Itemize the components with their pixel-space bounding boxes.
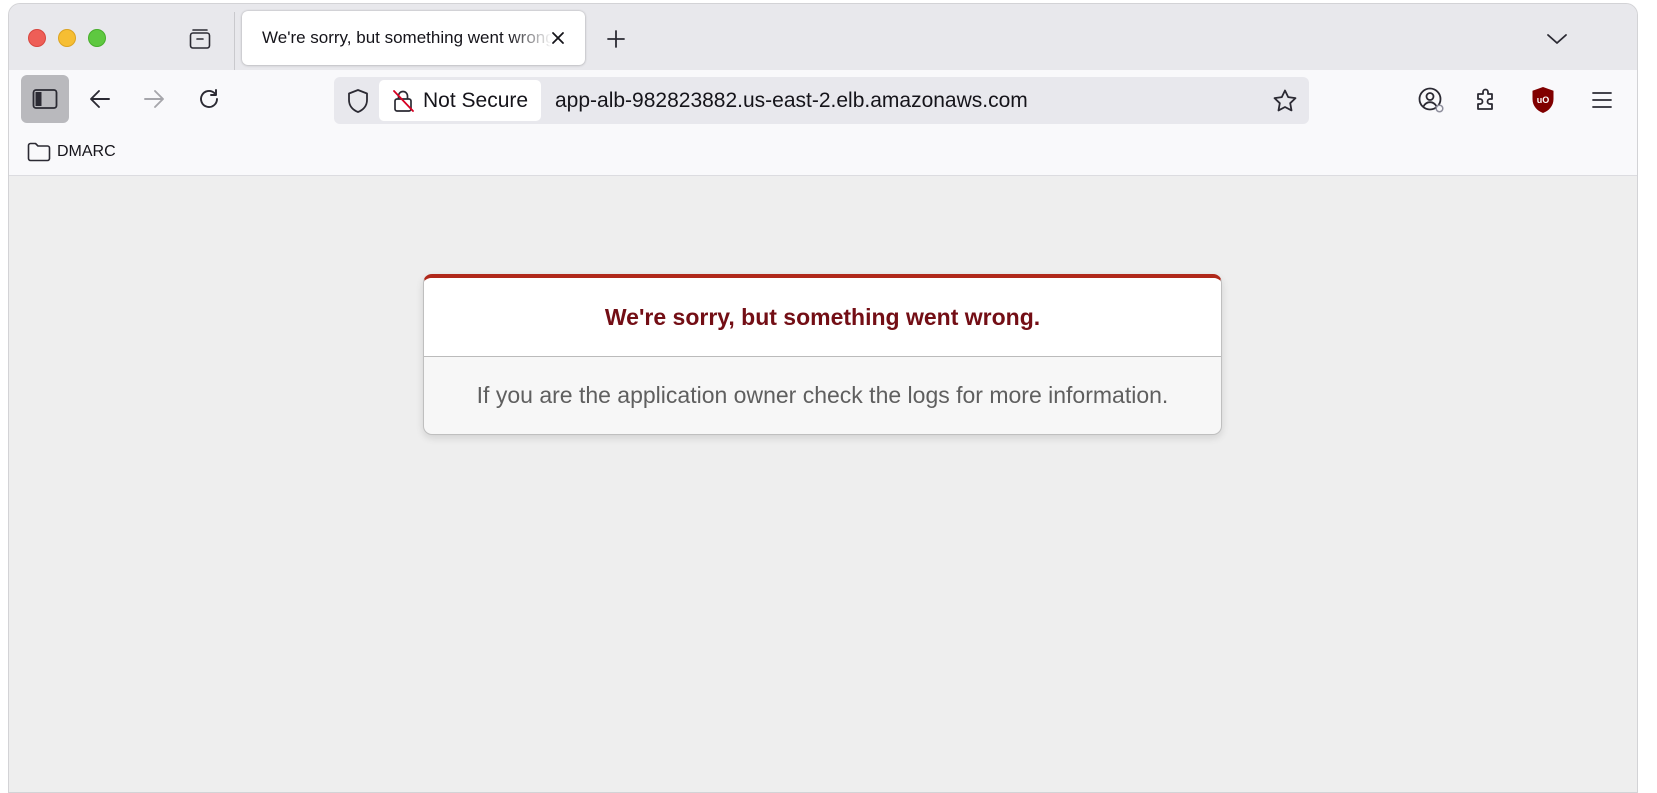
tab-strip: We're sorry, but something went wrong bbox=[9, 4, 1637, 72]
error-title: We're sorry, but something went wrong. bbox=[604, 303, 1041, 330]
sidebar-icon bbox=[32, 89, 58, 109]
site-security-indicator[interactable]: Not Secure bbox=[379, 80, 541, 121]
window-close-button[interactable] bbox=[28, 29, 46, 47]
browser-window: We're sorry, but something went wrong No… bbox=[8, 3, 1638, 793]
navigation-toolbar: Not Secure app-alb-982823882.us-east-2.e… bbox=[9, 70, 1637, 130]
bookmark-folder-dmarc[interactable]: DMARC bbox=[27, 138, 116, 166]
forward-button[interactable] bbox=[130, 75, 178, 123]
window-minimize-button[interactable] bbox=[58, 29, 76, 47]
error-message: If you are the application owner check t… bbox=[476, 382, 1169, 408]
not-secure-label: Not Secure bbox=[423, 88, 529, 112]
plus-icon bbox=[607, 30, 625, 48]
error-dialog: We're sorry, but something went wrong. I… bbox=[423, 274, 1222, 435]
puzzle-icon bbox=[1477, 88, 1493, 110]
account-button[interactable] bbox=[1411, 80, 1451, 120]
folder-icon bbox=[27, 142, 51, 162]
star-icon bbox=[1273, 89, 1296, 111]
reload-icon bbox=[200, 89, 218, 108]
tab-strip-divider bbox=[234, 12, 235, 72]
tab-close-button[interactable] bbox=[548, 28, 568, 48]
tab-overview-button[interactable] bbox=[187, 26, 213, 52]
close-icon bbox=[552, 32, 564, 44]
error-header: We're sorry, but something went wrong. bbox=[424, 278, 1221, 357]
error-body: If you are the application owner check t… bbox=[424, 357, 1221, 434]
account-icon bbox=[1418, 87, 1444, 113]
sidebar-toggle-button[interactable] bbox=[21, 75, 69, 123]
hamburger-icon bbox=[1592, 92, 1612, 108]
insecure-lock-icon bbox=[391, 89, 415, 113]
tab-active[interactable]: We're sorry, but something went wrong bbox=[242, 11, 585, 65]
extensions-button[interactable] bbox=[1466, 80, 1506, 120]
ublock-origin-button[interactable]: uO bbox=[1523, 80, 1563, 120]
bookmark-label: DMARC bbox=[57, 143, 116, 160]
tracking-shield-icon bbox=[347, 88, 368, 113]
bookmarks-toolbar: DMARC bbox=[9, 130, 1637, 176]
window-maximize-button[interactable] bbox=[88, 29, 106, 47]
page-content: We're sorry, but something went wrong. I… bbox=[9, 176, 1637, 792]
ublock-origin-icon: uO bbox=[1532, 87, 1554, 113]
tab-overview-icon bbox=[189, 29, 211, 49]
tab-title: We're sorry, but something went wrong bbox=[262, 28, 552, 47]
new-tab-button[interactable] bbox=[603, 26, 629, 52]
forward-arrow-icon bbox=[144, 90, 164, 108]
url-text[interactable]: app-alb-982823882.us-east-2.elb.amazonaw… bbox=[555, 77, 1028, 124]
list-all-tabs-button[interactable] bbox=[1544, 26, 1570, 52]
back-arrow-icon bbox=[90, 90, 110, 108]
reload-button[interactable] bbox=[185, 75, 233, 123]
chevron-down-icon bbox=[1547, 34, 1567, 44]
svg-text:uO: uO bbox=[1537, 95, 1550, 105]
app-menu-button[interactable] bbox=[1582, 80, 1622, 120]
bookmark-page-button[interactable] bbox=[1271, 87, 1298, 114]
back-button[interactable] bbox=[76, 75, 124, 123]
tracking-protection-button[interactable] bbox=[344, 87, 371, 114]
address-bar[interactable]: Not Secure app-alb-982823882.us-east-2.e… bbox=[334, 77, 1309, 124]
